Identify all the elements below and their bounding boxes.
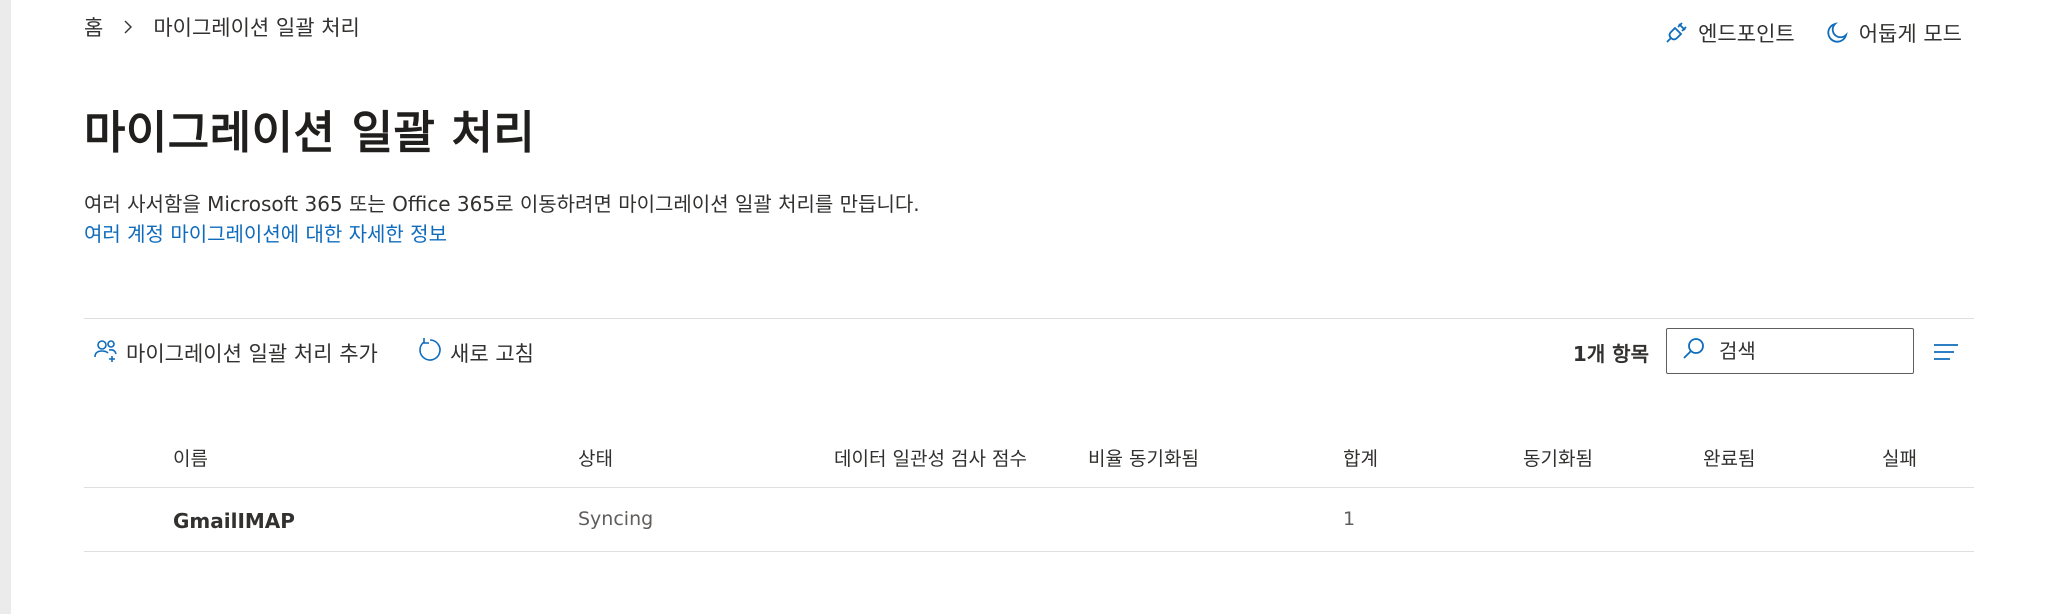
- dark-mode-label: 어둡게 모드: [1858, 22, 1962, 46]
- endpoints-label: 엔드포인트: [1698, 22, 1795, 46]
- dark-mode-button[interactable]: 어둡게 모드: [1825, 18, 1962, 48]
- chevron-right-icon: [121, 17, 135, 37]
- row-total: 1: [1343, 508, 1356, 530]
- column-header-status[interactable]: 상태: [578, 444, 613, 471]
- column-header-name[interactable]: 이름: [173, 444, 208, 471]
- breadcrumb-home[interactable]: 홈: [84, 12, 103, 42]
- add-people-icon: [92, 336, 120, 369]
- filter-lines-icon: [1932, 344, 1960, 370]
- page-description: 여러 사서함을 Microsoft 365 또는 Office 365로 이동하…: [84, 192, 920, 216]
- search-icon: [1681, 336, 1707, 366]
- refresh-icon: [416, 336, 444, 369]
- add-batch-label: 마이그레이션 일괄 처리 추가: [126, 341, 378, 366]
- page-content: 홈 마이그레이션 일괄 처리 엔드포인트 어둡게 모드 마이그레이션 일괄 처리…: [84, 0, 1974, 614]
- search-box[interactable]: [1666, 328, 1914, 374]
- column-header-failed[interactable]: 실패: [1882, 444, 1917, 471]
- column-header-percent[interactable]: 비율 동기화됨: [1088, 444, 1199, 471]
- column-header-synced[interactable]: 동기화됨: [1523, 444, 1593, 471]
- add-batch-button[interactable]: 마이그레이션 일괄 처리 추가: [92, 336, 378, 369]
- search-input[interactable]: [1717, 338, 1891, 364]
- left-rail: [0, 0, 11, 614]
- table-header-divider: [84, 487, 1974, 488]
- filter-button[interactable]: [1932, 338, 1960, 366]
- breadcrumb: 홈 마이그레이션 일괄 처리: [84, 12, 360, 42]
- row-name[interactable]: GmailIMAP: [173, 509, 295, 533]
- page-title: 마이그레이션 일괄 처리: [84, 106, 536, 159]
- column-header-total[interactable]: 합계: [1343, 444, 1378, 471]
- table-row-divider: [84, 551, 1974, 552]
- top-actions: 엔드포인트 어둡게 모드: [1664, 18, 1962, 48]
- endpoints-button[interactable]: 엔드포인트: [1664, 18, 1795, 48]
- column-header-completed[interactable]: 완료됨: [1703, 444, 1755, 471]
- plug-icon: [1664, 21, 1688, 45]
- item-count: 1개 항목: [1572, 342, 1649, 366]
- column-header-consistency[interactable]: 데이터 일관성 검사 점수: [834, 444, 1027, 471]
- moon-icon: [1825, 21, 1849, 45]
- refresh-button[interactable]: 새로 고침: [416, 336, 534, 369]
- divider: [84, 318, 1974, 319]
- refresh-label: 새로 고침: [450, 341, 534, 366]
- learn-more-link[interactable]: 여러 계정 마이그레이션에 대한 자세한 정보: [84, 218, 447, 247]
- row-status: Syncing: [578, 508, 654, 530]
- breadcrumb-current: 마이그레이션 일괄 처리: [153, 16, 360, 40]
